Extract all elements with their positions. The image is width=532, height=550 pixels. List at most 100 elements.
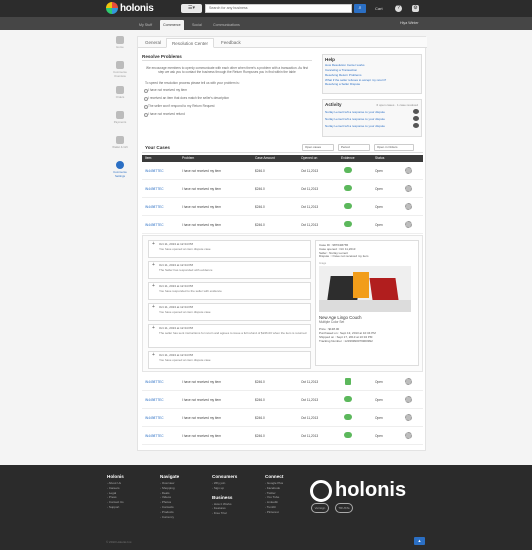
product-image[interactable] bbox=[319, 266, 411, 313]
sidebar-item-label: Commerce Overview bbox=[113, 70, 127, 78]
help-link[interactable]: Resolving a Seller Dispute bbox=[325, 82, 419, 86]
table-row[interactable]: IN4498TTEC I have not received my item $… bbox=[142, 374, 423, 391]
timeline-entry[interactable]: Oct 11, 2013 at 12:34 PMYou have opened … bbox=[148, 240, 311, 258]
timeline-entry[interactable]: Oct 11, 2013 at 12:34 PMThe seller has s… bbox=[148, 324, 311, 348]
gear-icon[interactable] bbox=[405, 432, 412, 439]
case-id-link[interactable]: IN4498TTEC bbox=[145, 169, 164, 173]
footer-logo[interactable]: holonis bbox=[310, 479, 406, 502]
col-amount[interactable]: Case Amount bbox=[255, 156, 275, 160]
timeline-entry[interactable]: Oct 11, 2013 at 12:34 PMYou have opened … bbox=[148, 303, 311, 321]
footer-link[interactable]: Support bbox=[107, 505, 124, 510]
activity-item[interactable]: Nurlay Lemert left a response to your di… bbox=[325, 109, 419, 114]
table-row[interactable]: IN4498TTEC I have not received my item $… bbox=[142, 410, 423, 427]
table-row[interactable]: IN4498TTEC I have not received my item $… bbox=[142, 163, 423, 180]
tab-my-stuff[interactable]: My Stuff bbox=[136, 20, 155, 30]
resolve-step[interactable]: I have not received refund bbox=[144, 112, 312, 117]
back-to-top-button[interactable]: ▲ bbox=[414, 537, 425, 545]
footer-link[interactable]: Pinterest bbox=[265, 510, 283, 515]
resolve-step[interactable]: The seller won't respond to my Return Re… bbox=[144, 104, 312, 109]
table-row[interactable]: IN4498TTEC I have not received my item $… bbox=[142, 217, 423, 234]
cart-link[interactable]: Cart bbox=[375, 6, 383, 11]
cloud-upload-icon[interactable] bbox=[344, 203, 352, 209]
case-id-link[interactable]: IN4498TTEC bbox=[145, 416, 164, 420]
case-opened: Oct 11,2013 bbox=[301, 380, 319, 384]
case-id-link[interactable]: IN4498TTEC bbox=[145, 434, 164, 438]
chat-bubble-icon[interactable] bbox=[413, 109, 419, 114]
sidebar-item-home[interactable]: Home bbox=[108, 36, 132, 61]
resolve-step[interactable]: I received an item that does match the s… bbox=[144, 96, 312, 101]
tab-commerce[interactable]: Commerce bbox=[160, 20, 184, 30]
cloud-upload-icon[interactable] bbox=[344, 396, 352, 402]
table-row[interactable]: IN4498TTEC I have not received my item $… bbox=[142, 199, 423, 216]
case-id-link[interactable]: IN4498TTEC bbox=[145, 380, 164, 384]
sidebar-item-label: Wallet & Gift bbox=[112, 145, 128, 149]
document-icon[interactable] bbox=[345, 378, 351, 385]
verisign-badge[interactable]: Verisign bbox=[311, 503, 329, 513]
timeline-entry[interactable]: Oct 11, 2013 at 12:34 PMYou have respond… bbox=[148, 282, 311, 300]
activity-item[interactable]: Nurlay Lemert left a response to your di… bbox=[325, 123, 419, 128]
gear-icon[interactable]: ⚙ bbox=[412, 5, 419, 12]
case-id-link[interactable]: IN4498TTEC bbox=[145, 398, 164, 402]
gear-icon[interactable] bbox=[405, 185, 412, 192]
gear-icon[interactable] bbox=[405, 378, 412, 385]
cloud-upload-icon[interactable] bbox=[344, 414, 352, 420]
table-row[interactable]: IN4498TTEC I have not received my item $… bbox=[142, 428, 423, 445]
tab-feedback[interactable]: Feedback bbox=[216, 38, 246, 48]
tab-social[interactable]: Social bbox=[189, 20, 205, 30]
gear-icon[interactable] bbox=[405, 414, 412, 421]
gear-icon[interactable] bbox=[405, 203, 412, 210]
footer-link[interactable]: Sign up bbox=[212, 486, 237, 491]
cloud-upload-icon[interactable] bbox=[344, 185, 352, 191]
case-id-link[interactable]: IN4498TTEC bbox=[145, 205, 164, 209]
case-id-link[interactable]: IN4498TTEC bbox=[145, 187, 164, 191]
help-link[interactable]: Canceling a Transaction bbox=[325, 68, 419, 72]
col-opened[interactable]: Opened on bbox=[301, 156, 317, 160]
col-item[interactable]: Item bbox=[145, 156, 151, 160]
gear-icon[interactable] bbox=[405, 167, 412, 174]
gear-icon[interactable] bbox=[405, 396, 412, 403]
col-evidence[interactable]: Evidence bbox=[341, 156, 355, 160]
timeline-entry[interactable]: Oct 11, 2013 at 12:34 PMYou have opened … bbox=[148, 351, 311, 369]
sidebar-item-orders[interactable]: Orders bbox=[108, 86, 132, 111]
chat-bubble-icon[interactable] bbox=[413, 116, 419, 121]
open-cases-select[interactable]: Open cases bbox=[302, 144, 334, 151]
user-greeting[interactable]: Hiya Winter bbox=[400, 21, 419, 25]
gear-icon[interactable] bbox=[405, 221, 412, 228]
menu-icon[interactable]: ☰▾ bbox=[181, 4, 202, 13]
case-dispute: Dispute : I have not received my item bbox=[319, 254, 369, 259]
help-link[interactable]: Resolving Return Problems bbox=[325, 73, 419, 77]
truste-badge[interactable]: TRUSTe bbox=[335, 503, 353, 513]
help-link[interactable]: What if the seller refuses to accept my … bbox=[325, 78, 419, 82]
help-link[interactable]: How Resolution Center works bbox=[325, 63, 419, 67]
chat-bubble-icon[interactable] bbox=[413, 123, 419, 128]
timeline-entry[interactable]: Oct 11, 2013 at 12:34 PMThe Seller has r… bbox=[148, 261, 311, 279]
activity-item[interactable]: Nurlay Lemert left a response to your di… bbox=[325, 116, 419, 121]
cloud-upload-icon[interactable] bbox=[344, 221, 352, 227]
search-icon[interactable]: ⌕ bbox=[354, 4, 366, 13]
search-input[interactable]: Search for any business bbox=[205, 4, 352, 13]
tab-communications[interactable]: Communications bbox=[210, 20, 243, 30]
resolve-step[interactable]: I have not received my item bbox=[144, 88, 312, 93]
sidebar-item-payments[interactable]: Payments bbox=[108, 111, 132, 136]
sidebar-item-settings[interactable]: Commerce Settings bbox=[108, 161, 132, 186]
sidebar-item-overview[interactable]: Commerce Overview bbox=[108, 61, 132, 86]
cloud-upload-icon[interactable] bbox=[344, 432, 352, 438]
cloud-upload-icon[interactable] bbox=[344, 167, 352, 173]
footer-link[interactable]: Free Trial bbox=[212, 511, 237, 516]
table-row[interactable]: IN4498TTEC I have not received my item $… bbox=[142, 392, 423, 409]
footer-heading: Consumers bbox=[212, 474, 238, 479]
col-status[interactable]: Status bbox=[375, 156, 384, 160]
tab-general[interactable]: General bbox=[140, 38, 166, 48]
footer-link[interactable]: Currency bbox=[160, 515, 179, 520]
col-problem[interactable]: Problem bbox=[182, 156, 194, 160]
period-select[interactable]: Period bbox=[338, 144, 370, 151]
copyright: © 2013 Holonis Inc. bbox=[106, 540, 133, 544]
open-in-orders-select[interactable]: Open in Orders bbox=[374, 144, 414, 151]
case-id-link[interactable]: IN4498TTEC bbox=[145, 223, 164, 227]
sidebar-item-wallet[interactable]: Wallet & Gift bbox=[108, 136, 132, 161]
top-bar: holonis ☰▾ Search for any business ⌕ Car… bbox=[0, 0, 532, 17]
brand-logo[interactable]: holonis bbox=[106, 2, 154, 14]
help-icon[interactable]: ? bbox=[395, 5, 402, 12]
tab-resolution-center[interactable]: Resolution Center bbox=[166, 38, 215, 48]
table-row[interactable]: IN4498TTEC I have not received my item $… bbox=[142, 181, 423, 198]
